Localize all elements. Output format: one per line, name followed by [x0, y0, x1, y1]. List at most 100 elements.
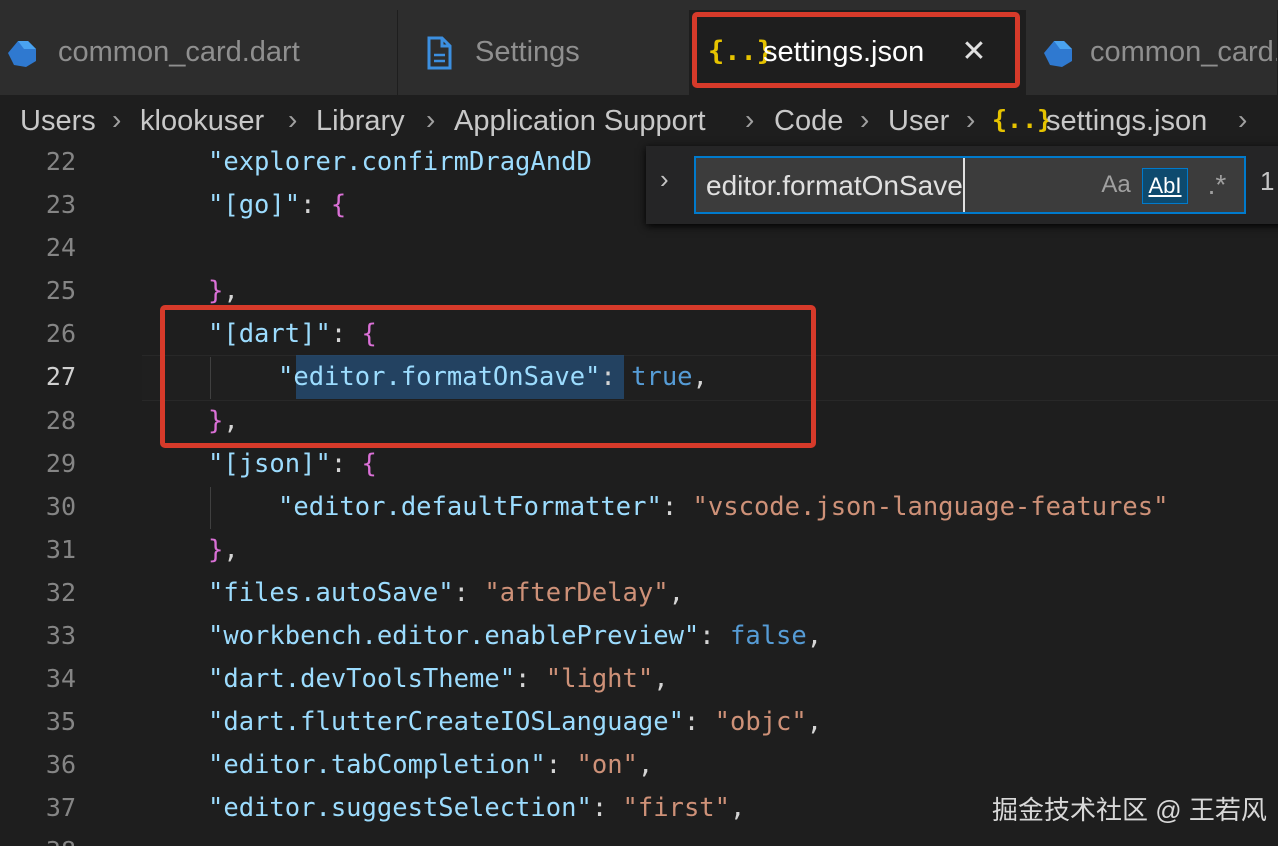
tab-settings[interactable]: Settings — [398, 10, 690, 95]
json-comma: , — [653, 664, 669, 694]
dart-icon — [8, 41, 36, 67]
code-line-36: "editor.tabCompletion": "on", — [208, 743, 653, 787]
chevron-right-icon: › — [745, 104, 755, 135]
code-line-23: "[go]": { — [208, 183, 346, 227]
code-line-35: "dart.flutterCreateIOSLanguage": "objc", — [208, 700, 822, 744]
json-key: "editor.suggestSelection" — [208, 793, 592, 823]
line-number: 25 — [45, 276, 76, 305]
indent-guide — [210, 357, 211, 399]
watermark: 掘金技术社区 @ 王若风 — [992, 795, 1267, 825]
tab-label: settings.json — [763, 36, 925, 68]
line-number-gutter: 22 23 24 25 26 27 28 29 30 31 32 33 34 3… — [0, 145, 142, 846]
json-colon: : — [545, 750, 577, 780]
tab-label: common_card.dart — [58, 36, 300, 68]
code-line-37: "editor.suggestSelection": "first", — [208, 786, 745, 830]
code-line-28: }, — [208, 399, 239, 443]
code-line-31: }, — [208, 528, 239, 572]
line-number: 37 — [45, 793, 76, 822]
line-number: 24 — [45, 233, 76, 262]
tab-label: common_card.dart — [1090, 36, 1278, 68]
json-colon: : — [600, 362, 632, 392]
indent-guide — [210, 487, 211, 529]
chevron-right-icon[interactable]: › — [660, 164, 669, 195]
line-number: 35 — [45, 707, 76, 736]
match-case-toggle[interactable]: Aa — [1096, 168, 1136, 202]
file-icon — [427, 36, 452, 70]
json-key: "editor.defaultFormatter" — [278, 492, 662, 522]
json-comma: , — [223, 406, 239, 436]
chevron-right-icon: › — [860, 104, 870, 135]
json-comma: , — [692, 362, 708, 392]
json-string: "light" — [545, 664, 654, 694]
match-whole-word-toggle[interactable]: AbI — [1142, 168, 1188, 204]
json-string: "on" — [576, 750, 638, 780]
json-comma: , — [806, 707, 823, 737]
close-icon[interactable]: ✕ — [956, 32, 992, 72]
breadcrumb-item-user[interactable]: User — [888, 95, 949, 145]
breadcrumb-item-code[interactable]: Code — [774, 95, 843, 145]
json-string: "objc" — [714, 707, 807, 737]
json-brace: { — [361, 449, 377, 479]
json-comma: , — [223, 276, 239, 306]
breadcrumb-item-settings-json[interactable]: settings.json — [1046, 95, 1207, 145]
chevron-right-icon: › — [112, 104, 122, 135]
json-brace: { — [330, 190, 347, 220]
json-comma: , — [668, 578, 684, 608]
code-line-34: "dart.devToolsTheme": "light", — [208, 657, 669, 701]
code-line-29: "[json]": { — [208, 442, 377, 486]
breadcrumb-item-application-support[interactable]: Application Support — [454, 95, 706, 145]
code-line-27: "editor.formatOnSave": true, — [278, 355, 708, 399]
json-key: "editor.tabCompletion" — [208, 750, 546, 780]
editor-tab-bar: common_card.dart Settings {..} settings.… — [0, 0, 1278, 95]
tab-common-card-dart-2[interactable]: common_card.dart — [1026, 10, 1278, 95]
json-colon: : — [330, 449, 362, 479]
json-comma: , — [637, 750, 654, 780]
code-line-22: "explorer.confirmDragAndD — [208, 145, 592, 184]
json-brace: } — [208, 276, 224, 306]
json-colon: : — [683, 707, 715, 737]
json-braces-icon: {..} — [992, 105, 1053, 134]
json-key: "editor.formatOnSave" — [278, 362, 601, 392]
json-string: "first" — [622, 793, 730, 823]
json-key: "files.autoSave" — [208, 578, 454, 608]
line-number: 32 — [45, 578, 76, 607]
find-widget: › editor.formatOnSave Aa AbI .* 1 — [646, 146, 1278, 224]
find-input[interactable]: editor.formatOnSave Aa AbI .* — [694, 156, 1246, 214]
chevron-right-icon: › — [966, 104, 976, 135]
find-input-value[interactable]: editor.formatOnSave — [706, 158, 965, 212]
code-editor[interactable]: 22 23 24 25 26 27 28 29 30 31 32 33 34 3… — [0, 145, 1278, 846]
json-key: "dart.devToolsTheme" — [208, 664, 516, 694]
json-key: "[json]" — [208, 449, 331, 479]
json-key: "workbench.editor.enablePreview" — [208, 621, 700, 651]
json-colon: : — [591, 793, 623, 823]
code-line-25: }, — [208, 269, 239, 313]
tab-bar-top-strip — [0, 0, 1278, 10]
line-number: 33 — [45, 621, 76, 650]
tab-settings-json[interactable]: {..} settings.json ✕ — [690, 10, 1026, 95]
code-line-30: "editor.defaultFormatter": "vscode.json-… — [278, 485, 1168, 529]
tab-label: Settings — [475, 36, 580, 68]
json-colon: : — [699, 621, 730, 651]
breadcrumb-item-library[interactable]: Library — [316, 95, 405, 145]
regex-toggle[interactable]: .* — [1198, 168, 1236, 202]
line-number: 34 — [45, 664, 76, 693]
json-key: "[dart]" — [208, 319, 331, 349]
code-line-33: "workbench.editor.enablePreview": false, — [208, 614, 822, 658]
line-number-current: 27 — [45, 362, 76, 391]
json-boolean: false — [730, 621, 807, 651]
line-number: 30 — [45, 492, 76, 521]
breadcrumb-item-users[interactable]: Users — [20, 95, 96, 145]
breadcrumb-item-klookuser[interactable]: klookuser — [140, 95, 264, 145]
code-line-26: "[dart]": { — [208, 312, 377, 356]
chevron-right-icon: › — [426, 104, 436, 135]
line-number: 22 — [45, 147, 76, 176]
json-comma: , — [223, 535, 239, 565]
chevron-right-icon: › — [288, 104, 298, 135]
json-colon: : — [330, 319, 362, 349]
json-colon: : — [515, 664, 546, 694]
json-comma: , — [806, 621, 823, 651]
json-brace: } — [208, 535, 224, 565]
line-number: 28 — [45, 406, 76, 435]
tab-common-card-dart[interactable]: common_card.dart — [0, 10, 398, 95]
line-number: 38 — [0, 829, 76, 846]
